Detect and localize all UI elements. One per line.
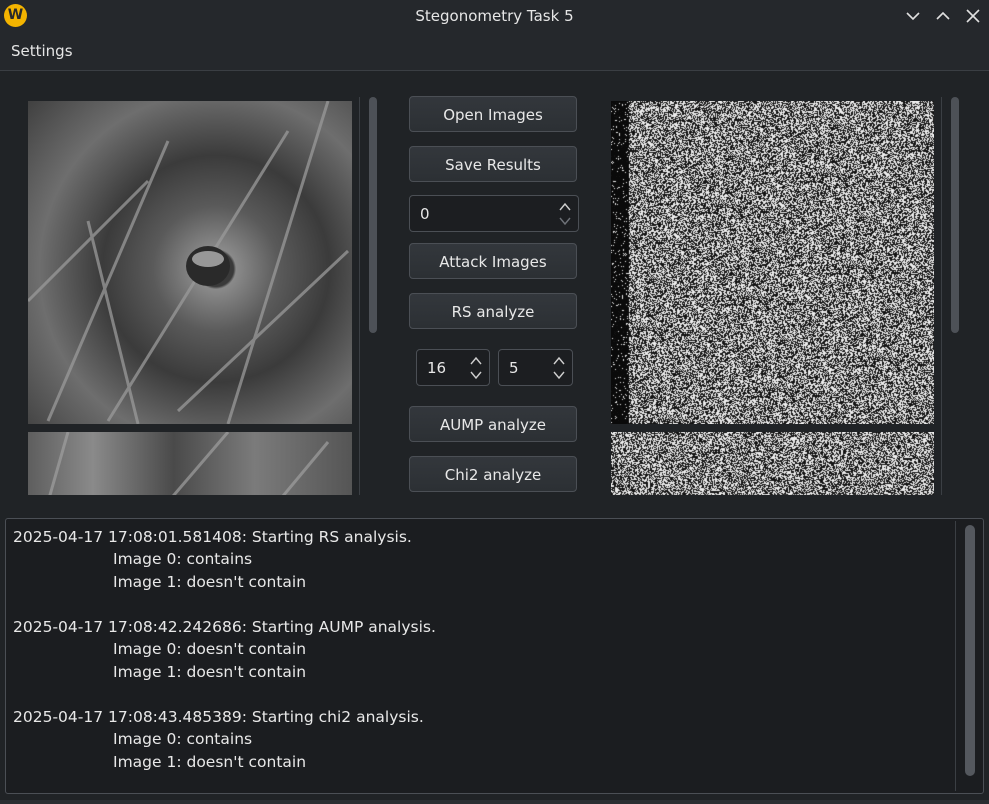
result-image-1 xyxy=(611,432,934,495)
left-pane-scrollbar[interactable] xyxy=(369,97,377,333)
log-line: Image 1: doesn't contain xyxy=(113,573,307,591)
rs-param-2-value: 5 xyxy=(509,359,519,377)
save-results-button[interactable]: Save Results xyxy=(409,146,577,182)
log-line: Image 0: contains xyxy=(113,550,253,568)
right-pane-scrollbar[interactable] xyxy=(951,97,959,333)
maximize-icon[interactable] xyxy=(933,6,953,26)
result-image-0 xyxy=(611,101,934,424)
close-icon[interactable] xyxy=(963,6,983,26)
rs-param-1-spinbox[interactable]: 16 xyxy=(416,349,490,386)
chevron-up-icon[interactable] xyxy=(558,199,572,228)
aump-analyze-button[interactable]: AUMP analyze xyxy=(409,406,577,442)
chi2-analyze-button[interactable]: Chi2 analyze xyxy=(409,456,577,492)
rs-analyze-button[interactable]: RS analyze xyxy=(409,293,577,329)
log-line: Image 0: doesn't contain xyxy=(113,640,307,658)
log-line: Image 0: contains xyxy=(113,730,253,748)
right-pane-divider xyxy=(941,97,942,495)
rs-param-2-spinbox[interactable]: 5 xyxy=(498,349,573,386)
result-images-pane[interactable] xyxy=(611,95,934,495)
menu-bar: Settings xyxy=(0,33,989,71)
original-image-1 xyxy=(28,432,352,495)
spin-arrows[interactable] xyxy=(558,199,572,232)
log-scrollbar[interactable] xyxy=(965,525,975,776)
original-image-0 xyxy=(28,101,352,424)
open-images-button[interactable]: Open Images xyxy=(409,96,577,132)
window-bottom-edge xyxy=(0,800,989,804)
chevron-up-icon[interactable] xyxy=(552,353,566,382)
log-output[interactable]: 2025-04-17 17:08:01.581408: Starting RS … xyxy=(5,518,984,794)
log-line: 2025-04-17 17:08:01.581408: Starting RS … xyxy=(13,528,412,546)
original-images-pane[interactable] xyxy=(28,95,352,495)
log-line: 2025-04-17 17:08:43.485389: Starting chi… xyxy=(13,708,424,726)
window-title: Stegonometry Task 5 xyxy=(415,7,574,25)
image-index-spinbox[interactable]: 0 xyxy=(409,195,579,232)
chevron-up-icon[interactable] xyxy=(469,353,483,382)
rs-param-1-value: 16 xyxy=(427,359,447,377)
log-scroll-divider xyxy=(955,521,956,791)
left-pane-divider xyxy=(359,97,360,495)
minimize-icon[interactable] xyxy=(903,6,923,26)
attack-images-button[interactable]: Attack Images xyxy=(409,243,577,279)
menu-settings[interactable]: Settings xyxy=(11,42,73,60)
log-line: Image 1: doesn't contain xyxy=(113,663,307,681)
spin-arrows[interactable] xyxy=(469,353,483,386)
log-line: Image 1: doesn't contain xyxy=(113,753,307,771)
title-bar: W Stegonometry Task 5 xyxy=(0,0,989,33)
log-line: 2025-04-17 17:08:42.242686: Starting AUM… xyxy=(13,618,436,636)
image-index-value: 0 xyxy=(420,205,430,223)
spin-arrows[interactable] xyxy=(552,353,566,386)
